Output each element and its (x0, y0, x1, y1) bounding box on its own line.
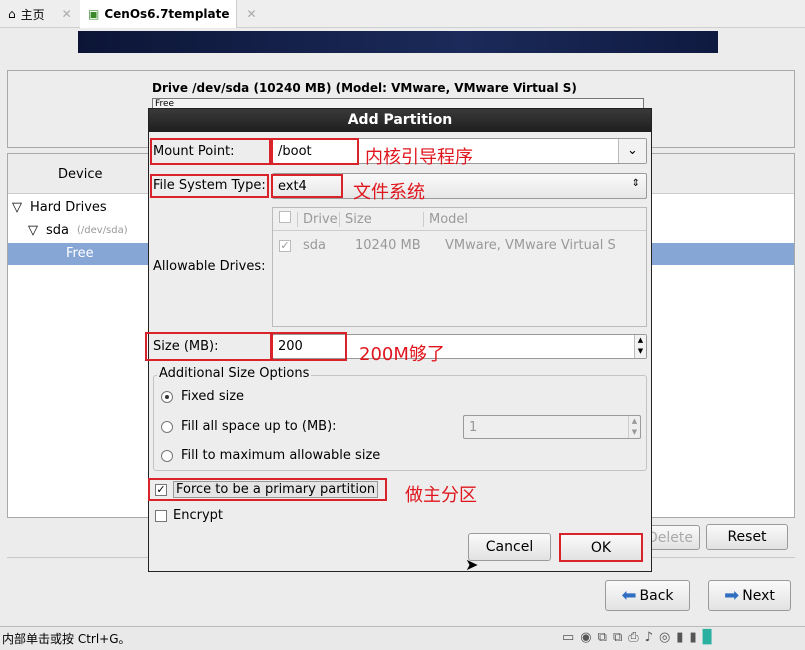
vm-icon: ▣ (88, 7, 100, 21)
arrow-left-icon: ⬅ (621, 585, 637, 606)
drive-row[interactable]: ✓ sda 10240 MB VMware, VMware Virtual S (273, 235, 646, 255)
drives-header: Drive Size Model (273, 208, 646, 231)
network-icon[interactable]: ⧉ (598, 630, 607, 645)
expand-icon: ▽ (28, 223, 38, 238)
dialog-title: Add Partition (149, 109, 651, 132)
arrow-right-icon: ➡ (724, 585, 740, 606)
tree-sda[interactable]: ▽ sda (/dev/sda) (28, 223, 128, 238)
close-icon[interactable]: ✕ (247, 7, 257, 21)
reset-button[interactable]: Reset (706, 524, 788, 550)
size-options-title: Additional Size Options (157, 366, 312, 381)
expand-icon: ▽ (12, 200, 22, 215)
annotation: 做主分区 (405, 485, 477, 506)
drives-table: Drive Size Model ✓ sda 10240 MB VMware, … (272, 207, 647, 327)
radio-fill-up-to[interactable]: Fill all space up to (MB): (161, 419, 337, 434)
status-text: 内部单击或按 Ctrl+G。 (2, 632, 131, 646)
next-button[interactable]: ➡ Next (708, 580, 791, 611)
back-button[interactable]: ⬅ Back (605, 580, 690, 611)
hdd-icon[interactable]: ▭ (562, 630, 574, 645)
chevron-down-icon[interactable]: ⌄ (618, 139, 646, 163)
size-label: Size (MB): (153, 339, 219, 354)
close-icon[interactable]: ✕ (62, 7, 72, 21)
select-all-checkbox[interactable] (279, 211, 291, 223)
ok-button[interactable]: OK (559, 533, 643, 562)
radio-fill-max[interactable]: Fill to maximum allowable size (161, 448, 380, 463)
device-column-header[interactable]: Device (58, 167, 102, 182)
disk-icon[interactable]: ▮ (676, 630, 683, 645)
highlight-box (271, 174, 343, 198)
allowable-drives-label: Allowable Drives: (153, 259, 266, 274)
device-icons: ▭ ◉ ⧉ ⧉ ⎙ ♪ ◎ ▮ ▮ ▉ (562, 630, 713, 645)
radio-fixed-size[interactable]: Fixed size (161, 389, 244, 404)
note-icon[interactable]: ▉ (703, 630, 713, 645)
fill-up-to-spinner[interactable]: 1 ▲ ▼ (463, 415, 641, 439)
drive-checkbox[interactable]: ✓ (279, 239, 291, 252)
tab-home[interactable]: ⌂ 主页 ✕ (0, 0, 80, 28)
mouse-cursor-icon: ➤ (465, 555, 479, 574)
tab-bar: ⌂ 主页 ✕ ▣ CenOs6.7template ✕ (0, 0, 805, 28)
mount-point-label: Mount Point: (153, 144, 235, 159)
highlight-box (271, 138, 359, 165)
printer-icon[interactable]: ⎙ (628, 630, 638, 645)
spinner-arrows-icon[interactable]: ▲ ▼ (628, 416, 640, 438)
disk-icon[interactable]: ▮ (689, 630, 696, 645)
highlight-box (271, 332, 347, 361)
drive-title: Drive /dev/sda (10240 MB) (Model: VMware… (152, 81, 577, 95)
spinner-arrows-icon[interactable]: ▲ ▼ (634, 335, 646, 358)
home-icon: ⌂ (8, 7, 16, 21)
usb-icon[interactable]: ◎ (659, 630, 670, 645)
tab-vm[interactable]: ▣ CenOs6.7template ✕ (80, 0, 257, 28)
encrypt-checkbox[interactable]: Encrypt (155, 508, 223, 523)
annotation: 200M够了 (359, 344, 445, 365)
annotation: 内核引导程序 (365, 147, 473, 168)
network-icon[interactable]: ⧉ (613, 630, 622, 645)
cancel-button[interactable]: Cancel (468, 533, 551, 561)
primary-partition-checkbox[interactable]: ✓ Force to be a primary partition (155, 481, 379, 498)
annotation: 文件系统 (353, 182, 425, 203)
tree-hard-drives[interactable]: ▽ Hard Drives (12, 200, 107, 215)
status-bar: 内部单击或按 Ctrl+G。 ▭ ◉ ⧉ ⧉ ⎙ ♪ ◎ ▮ ▮ ▉ (0, 626, 805, 650)
banner (78, 31, 718, 53)
sound-icon[interactable]: ♪ (645, 630, 653, 645)
cdrom-icon[interactable]: ◉ (580, 630, 591, 645)
add-partition-dialog: Add Partition Mount Point: /boot ⌄ 内核引导程… (145, 108, 652, 572)
updown-icon: ⇕ (631, 178, 640, 189)
fs-type-label: File System Type: (153, 178, 266, 193)
